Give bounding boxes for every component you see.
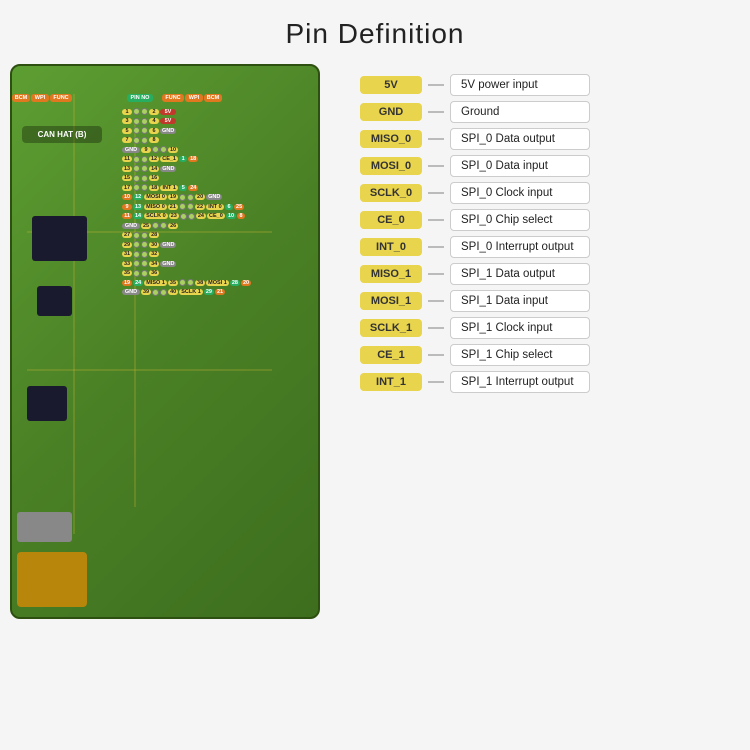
legend-connector-line [428, 327, 444, 329]
legend-description: SPI_1 Chip select [450, 344, 590, 366]
legend-badge: CE_1 [360, 346, 422, 364]
legend-row: 5V 5V power input [360, 74, 740, 96]
legend-connector-line [428, 111, 444, 113]
page-title: Pin Definition [286, 18, 465, 50]
legend-badge: SCLK_1 [360, 319, 422, 337]
legend-row: MISO_0 SPI_0 Data output [360, 128, 740, 150]
legend-row: MISO_1 SPI_1 Data output [360, 263, 740, 285]
legend-description: SPI_0 Data input [450, 155, 590, 177]
legend-connector-line [428, 273, 444, 275]
board-section: CAN HAT (B) BCM WPI FUNC PIN NO FUNC WPI… [10, 64, 350, 619]
legend-badge: SCLK_0 [360, 184, 422, 202]
legend-row: CE_0 SPI_0 Chip select [360, 209, 740, 231]
legend-badge: MOSI_0 [360, 157, 422, 175]
legend-description: SPI_1 Data output [450, 263, 590, 285]
main-content: CAN HAT (B) BCM WPI FUNC PIN NO FUNC WPI… [0, 64, 750, 619]
legend-row: GND Ground [360, 101, 740, 123]
legend-description: 5V power input [450, 74, 590, 96]
legend-row: SCLK_1 SPI_1 Clock input [360, 317, 740, 339]
legend-row: CE_1 SPI_1 Chip select [360, 344, 740, 366]
legend-connector-line [428, 84, 444, 86]
legend-description: SPI_0 Interrupt output [450, 236, 590, 258]
legend-description: SPI_0 Chip select [450, 209, 590, 231]
legend-description: SPI_1 Data input [450, 290, 590, 312]
legend-badge: MISO_1 [360, 265, 422, 283]
legend-row: MOSI_0 SPI_0 Data input [360, 155, 740, 177]
legend-badge: 5V [360, 76, 422, 94]
legend-description: SPI_1 Interrupt output [450, 371, 590, 393]
legend-connector-line [428, 246, 444, 248]
legend-connector-line [428, 219, 444, 221]
legend-connector-line [428, 381, 444, 383]
legend-badge: INT_0 [360, 238, 422, 256]
legend-badge: CE_0 [360, 211, 422, 229]
legend-description: SPI_1 Clock input [450, 317, 590, 339]
legend-badge: MOSI_1 [360, 292, 422, 310]
legend-description: Ground [450, 101, 590, 123]
legend-connector-line [428, 192, 444, 194]
legend-row: MOSI_1 SPI_1 Data input [360, 290, 740, 312]
legend-badge: GND [360, 103, 422, 121]
legend-connector-line [428, 354, 444, 356]
legend-connector-line [428, 138, 444, 140]
legend-description: SPI_0 Data output [450, 128, 590, 150]
board-visual: CAN HAT (B) BCM WPI FUNC PIN NO FUNC WPI… [10, 64, 320, 619]
legend-badge: MISO_0 [360, 130, 422, 148]
legend-row: SCLK_0 SPI_0 Clock input [360, 182, 740, 204]
legend-row: INT_1 SPI_1 Interrupt output [360, 371, 740, 393]
legend-description: SPI_0 Clock input [450, 182, 590, 204]
legend-connector-line [428, 300, 444, 302]
legend-row: INT_0 SPI_0 Interrupt output [360, 236, 740, 258]
legend-connector-line [428, 165, 444, 167]
legend-badge: INT_1 [360, 373, 422, 391]
legend-section: 5V 5V power input GND Ground MISO_0 SPI_0 Dat… [360, 74, 740, 619]
